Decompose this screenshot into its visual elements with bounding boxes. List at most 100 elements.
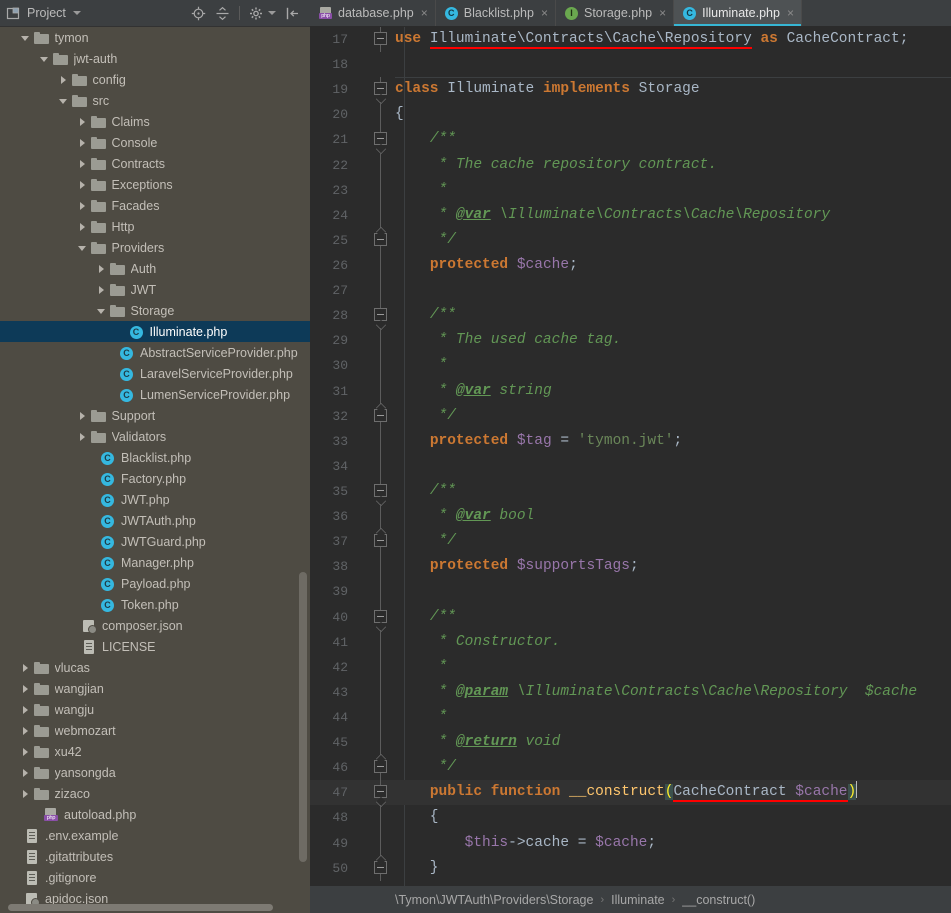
tree-item[interactable]: webmozart <box>0 720 310 741</box>
code-line[interactable]: 41 * Constructor. <box>310 629 951 655</box>
settings-gear-icon[interactable] <box>249 6 264 21</box>
locate-icon[interactable] <box>191 6 206 21</box>
code-text[interactable]: * Constructor. <box>395 630 561 655</box>
breadcrumb-item[interactable]: \Tymon\JWTAuth\Providers\Storage <box>395 893 593 907</box>
code-text[interactable]: */ <box>395 404 456 429</box>
code-line[interactable]: 37 */ <box>310 529 951 555</box>
tree-item[interactable]: tymon <box>0 27 310 48</box>
fold-collapse-icon[interactable] <box>374 785 387 799</box>
tree-item[interactable]: config <box>0 69 310 90</box>
code-line[interactable]: 30 * <box>310 353 951 379</box>
fold-collapse-icon[interactable] <box>374 609 387 623</box>
breadcrumb-item[interactable]: __construct() <box>682 893 755 907</box>
code-text[interactable]: /** <box>395 479 456 504</box>
fold-collapse-icon[interactable] <box>374 308 387 322</box>
fold-gutter[interactable] <box>372 755 390 781</box>
code-text[interactable]: * <box>395 705 448 730</box>
code-text[interactable]: */ <box>395 755 456 780</box>
fold-gutter[interactable] <box>372 403 390 429</box>
tree-item[interactable]: vlucas <box>0 657 310 678</box>
breadcrumb[interactable]: \Tymon\JWTAuth\Providers\Storage › Illumin… <box>310 886 951 913</box>
code-line[interactable]: 49 $this->cache = $cache; <box>310 830 951 856</box>
code-text[interactable]: * @return void <box>395 730 561 755</box>
code-text[interactable]: * <box>395 655 448 680</box>
fold-gutter[interactable] <box>372 679 390 705</box>
code-text[interactable]: * @var bool <box>395 504 535 529</box>
chevron-right-icon[interactable] <box>96 284 108 296</box>
tree-item[interactable]: wangjian <box>0 678 310 699</box>
code-line[interactable]: 40 /** <box>310 604 951 630</box>
tree-item[interactable]: Support <box>0 405 310 426</box>
tree-item[interactable]: Factory.php <box>0 468 310 489</box>
tree-item[interactable]: Storage <box>0 300 310 321</box>
code-text[interactable]: /** <box>395 127 456 152</box>
chevron-right-icon[interactable] <box>77 431 89 443</box>
fold-gutter[interactable] <box>372 730 390 756</box>
code-line[interactable]: 18 <box>310 52 951 77</box>
tree-item[interactable]: Facades <box>0 195 310 216</box>
code-text[interactable]: /** <box>395 303 456 328</box>
fold-collapse-icon[interactable] <box>374 860 387 874</box>
code-line[interactable]: 38 protected $supportsTags; <box>310 554 951 580</box>
fold-gutter[interactable] <box>372 177 390 203</box>
close-icon[interactable]: × <box>541 7 548 19</box>
fold-collapse-icon[interactable] <box>374 82 387 96</box>
code-line[interactable]: 32 */ <box>310 403 951 429</box>
code-line[interactable]: 43 * @param \Illuminate\Contracts\Cache\… <box>310 679 951 705</box>
tree-item[interactable]: AbstractServiceProvider.php <box>0 342 310 363</box>
breadcrumb-item[interactable]: Illuminate <box>611 893 665 907</box>
chevron-right-icon[interactable] <box>77 221 89 233</box>
code-text[interactable]: * @param \Illuminate\Contracts\Cache\Rep… <box>395 680 918 705</box>
chevron-right-icon[interactable] <box>20 788 32 800</box>
editor-tab[interactable]: Storage.php × <box>556 0 675 26</box>
fold-gutter[interactable] <box>372 478 390 505</box>
fold-gutter[interactable] <box>372 303 390 329</box>
fold-gutter[interactable] <box>372 428 390 454</box>
code-line[interactable]: 25 */ <box>310 227 951 253</box>
code-line[interactable]: 27 <box>310 278 951 304</box>
code-line[interactable]: 26 protected $cache; <box>310 252 951 279</box>
code-line[interactable]: 17 use Illuminate\Contracts\Cache\Reposit… <box>310 27 951 53</box>
tree-item[interactable]: JWT.php <box>0 489 310 510</box>
code-text[interactable]: * @var \Illuminate\Contracts\Cache\Repos… <box>395 203 831 228</box>
code-line[interactable]: 23 * <box>310 177 951 203</box>
chevron-down-icon[interactable] <box>77 242 89 254</box>
code-text[interactable]: protected $supportsTags; <box>395 554 639 579</box>
tree-item[interactable]: JWTGuard.php <box>0 531 310 552</box>
fold-collapse-icon[interactable] <box>374 483 387 497</box>
code-line[interactable]: 45 * @return void <box>310 730 951 756</box>
tree-item[interactable]: Providers <box>0 237 310 258</box>
chevron-right-icon[interactable] <box>20 725 32 737</box>
fold-collapse-icon[interactable] <box>374 760 387 774</box>
code-line[interactable]: 39 <box>310 579 951 605</box>
code-text[interactable]: { <box>395 102 404 127</box>
tree-item[interactable]: JWTAuth.php <box>0 510 310 531</box>
tree-item[interactable]: jwt-auth <box>0 48 310 69</box>
code-text[interactable]: use Illuminate\Contracts\Cache\Repositor… <box>395 27 908 52</box>
fold-gutter[interactable] <box>372 554 390 580</box>
code-text[interactable]: public function __construct(CacheContrac… <box>395 780 858 805</box>
project-tree-horizontal-scrollbar[interactable] <box>8 904 273 911</box>
code-text[interactable]: * <box>395 178 448 203</box>
fold-gutter[interactable] <box>372 604 390 630</box>
chevron-right-icon[interactable] <box>77 179 89 191</box>
code-text[interactable]: * @var string <box>395 379 552 404</box>
code-text[interactable]: */ <box>395 529 456 554</box>
code-text[interactable]: } <box>395 856 439 881</box>
chevron-right-icon[interactable] <box>77 137 89 149</box>
code-line[interactable]: 36 * @var bool <box>310 504 951 530</box>
tree-item[interactable]: Blacklist.php <box>0 447 310 468</box>
tree-item[interactable]: Console <box>0 132 310 153</box>
fold-gutter[interactable] <box>372 202 390 228</box>
fold-gutter[interactable] <box>372 152 390 178</box>
fold-gutter[interactable] <box>372 855 390 881</box>
fold-gutter[interactable] <box>372 830 390 856</box>
code-line[interactable]: 47 public function __construct(CacheCont… <box>310 780 951 806</box>
tree-item[interactable]: LumenServiceProvider.php <box>0 384 310 405</box>
tree-item[interactable]: composer.json <box>0 615 310 636</box>
chevron-right-icon[interactable] <box>20 683 32 695</box>
tree-item[interactable]: autoload.php <box>0 804 310 825</box>
tree-item[interactable]: .gitignore <box>0 867 310 888</box>
code-text[interactable]: * <box>395 353 448 378</box>
fold-gutter[interactable] <box>372 127 390 153</box>
